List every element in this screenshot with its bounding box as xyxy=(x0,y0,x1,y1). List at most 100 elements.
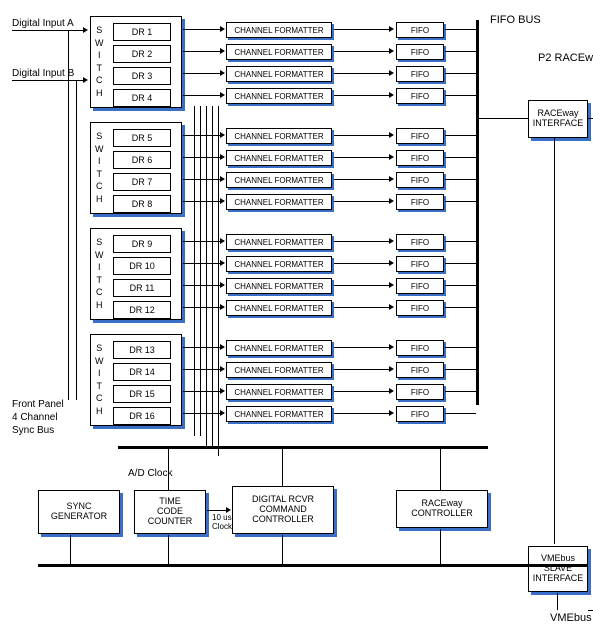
dr-2: DR 2 xyxy=(113,45,171,63)
raceway-controller-box: RACEway CONTROLLER xyxy=(396,490,488,528)
dr-6: DR 6 xyxy=(113,151,171,169)
conn-cf-fifo-6 xyxy=(334,157,390,158)
conn-fifo-bus-9 xyxy=(445,241,476,242)
fifo-6: FIFO xyxy=(396,150,444,166)
conn-dr-cf-7 xyxy=(183,179,221,180)
conn-cf-fifo-8 xyxy=(334,201,390,202)
cf-5: CHANNEL FORMATTER xyxy=(226,128,332,144)
cf-11: CHANNEL FORMATTER xyxy=(226,278,332,294)
dr-16: DR 16 xyxy=(113,407,171,425)
conn-fifo-bus-10 xyxy=(445,263,476,264)
conn-dr-cf-12 xyxy=(183,307,221,308)
fifo-5: FIFO xyxy=(396,128,444,144)
cf-1: CHANNEL FORMATTER xyxy=(226,22,332,38)
conn-dr-cf-5 xyxy=(183,135,221,136)
fifo-15: FIFO xyxy=(396,384,444,400)
conn-dr-cf-16 xyxy=(183,413,221,414)
cf-6: CHANNEL FORMATTER xyxy=(226,150,332,166)
time-code-counter-box: TIME CODE COUNTER xyxy=(134,490,206,534)
cf-13: CHANNEL FORMATTER xyxy=(226,340,332,356)
switch-label-2: SWITCH xyxy=(95,130,104,206)
conn-dr-cf-1 xyxy=(183,29,221,30)
cf-14: CHANNEL FORMATTER xyxy=(226,362,332,378)
fifo-14: FIFO xyxy=(396,362,444,378)
conn-drcc-midbus xyxy=(282,448,283,486)
fifo-12: FIFO xyxy=(396,300,444,316)
label-ad-clock: A/D Clock xyxy=(128,468,172,479)
conn-cf-fifo-10 xyxy=(334,263,390,264)
conn-dr-cf-2 xyxy=(183,51,221,52)
cf-8: CHANNEL FORMATTER xyxy=(226,194,332,210)
conn-rwctrl-bus xyxy=(440,529,441,565)
conn-inputs-vert-b xyxy=(76,80,77,400)
conn-tcc-midbus xyxy=(168,448,169,490)
conn-fifo-bus-8 xyxy=(445,201,476,202)
cf-16: CHANNEL FORMATTER xyxy=(226,406,332,422)
dr-7: DR 7 xyxy=(113,173,171,191)
dr-12: DR 12 xyxy=(113,301,171,319)
conn-fifo-bus-12 xyxy=(445,307,476,308)
conn-dr-cf-10 xyxy=(183,263,221,264)
fifo-9: FIFO xyxy=(396,234,444,250)
cf-12: CHANNEL FORMATTER xyxy=(226,300,332,316)
bottom-bus-bar xyxy=(38,564,588,567)
conn-fifo-bus-4 xyxy=(445,95,476,96)
block-diagram: Digital Input A Digital Input B FIFO BUS… xyxy=(10,10,593,632)
conn-dr-cf-4 xyxy=(183,95,221,96)
conn-cf-fifo-15 xyxy=(334,391,390,392)
conn-dr-cf-13 xyxy=(183,347,221,348)
fifo-16: FIFO xyxy=(396,406,444,422)
switch-label-3: SWITCH xyxy=(95,236,104,312)
fifo-13: FIFO xyxy=(396,340,444,356)
conn-cf-fifo-12 xyxy=(334,307,390,308)
raceway-interface-box: RACEway INTERFACE xyxy=(528,100,588,138)
dr-5: DR 5 xyxy=(113,129,171,147)
conn-fifo-bus-1 xyxy=(445,29,476,30)
label-digital-input-a: Digital Input A xyxy=(12,18,74,29)
dr-15: DR 15 xyxy=(113,385,171,403)
conn-dr-cf-8 xyxy=(183,201,221,202)
switch-label-4: SWITCH xyxy=(95,342,104,418)
conn-cf-fifo-16 xyxy=(334,413,390,414)
conn-dr-cf-11 xyxy=(183,285,221,286)
label-p2-raceway: P2 RACEway xyxy=(538,52,593,64)
conn-cf-fifo-1 xyxy=(334,29,390,30)
conn-input-a xyxy=(12,30,84,31)
switch-group-4: SWITCH DR 13 DR 14 DR 15 DR 16 xyxy=(90,334,182,426)
fifo-1: FIFO xyxy=(396,22,444,38)
cf-4: CHANNEL FORMATTER xyxy=(226,88,332,104)
conn-cf-fifo-13 xyxy=(334,347,390,348)
fifo-8: FIFO xyxy=(396,194,444,210)
cf-9: CHANNEL FORMATTER xyxy=(226,234,332,250)
vmebus-slave-interface-box: VMEbus SLAVE INTERFACE xyxy=(528,546,588,592)
dr-9: DR 9 xyxy=(113,235,171,253)
conn-fifo-bus-3 xyxy=(445,73,476,74)
conn-cf-fifo-7 xyxy=(334,179,390,180)
conn-fifobus-rwif xyxy=(478,118,528,119)
cf-10: CHANNEL FORMATTER xyxy=(226,256,332,272)
conn-rwif-p2 xyxy=(588,118,593,119)
conn-cf-fifo-9 xyxy=(334,241,390,242)
label-10us-clock: 10 us Clock xyxy=(212,514,232,532)
conn-fifo-bus-13 xyxy=(445,347,476,348)
fifo-10: FIFO xyxy=(396,256,444,272)
conn-dr-cf-14 xyxy=(183,369,221,370)
conn-fifo-bus-5 xyxy=(445,135,476,136)
conn-cf-fifo-5 xyxy=(334,135,390,136)
conn-fifo-bus-16 xyxy=(445,413,476,414)
label-vmebus: VMEbus xyxy=(550,612,592,624)
dr-3: DR 3 xyxy=(113,67,171,85)
conn-cf-fifo-11 xyxy=(334,285,390,286)
fifo-4: FIFO xyxy=(396,88,444,104)
label-fifo-bus: FIFO BUS xyxy=(490,14,541,26)
mid-bus-bar xyxy=(118,446,488,449)
cf-vbus-1 xyxy=(194,106,195,436)
cf-vbus-2 xyxy=(200,106,201,436)
conn-sync-bus xyxy=(70,535,71,565)
cf-7: CHANNEL FORMATTER xyxy=(226,172,332,188)
conn-tcc-drcc xyxy=(207,510,227,511)
sync-generator-box: SYNC GENERATOR xyxy=(38,490,120,534)
dr-4: DR 4 xyxy=(113,89,171,107)
fifo-11: FIFO xyxy=(396,278,444,294)
conn-cf-fifo-4 xyxy=(334,95,390,96)
